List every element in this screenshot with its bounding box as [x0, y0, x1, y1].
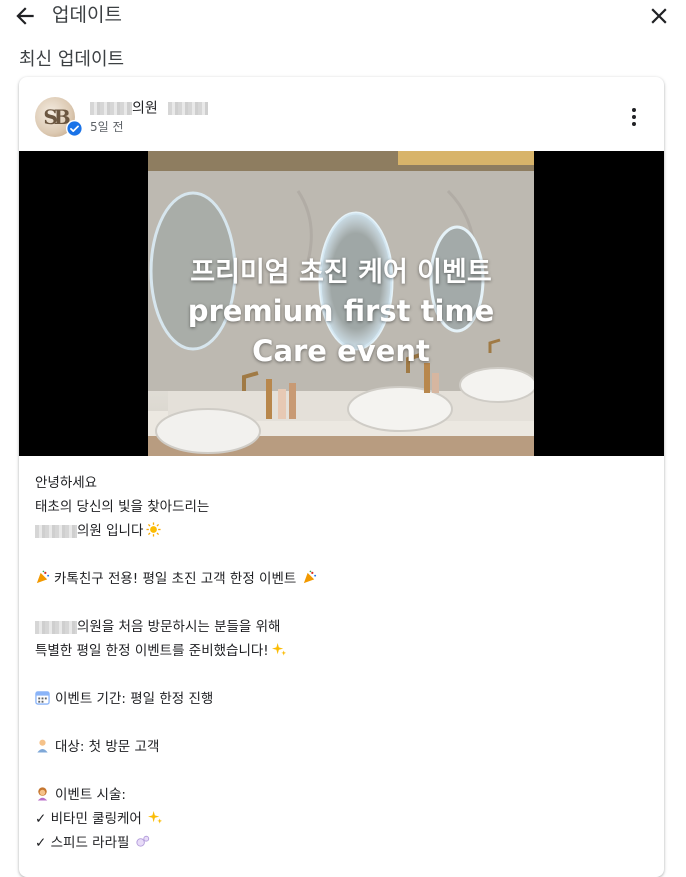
- more-options-button[interactable]: [622, 103, 646, 131]
- image-overlay-line-2: premium first time: [187, 294, 495, 328]
- body-text: ✓ 스피드 라라필: [35, 835, 130, 851]
- body-line: 특별한 평일 한정 이벤트를 준비했습니다!: [35, 639, 645, 663]
- body-text: ✓ 비타민 쿨링케어: [35, 811, 142, 827]
- body-line: 카톡친구 전용! 평일 초진 고객 한정 이벤트: [35, 567, 645, 591]
- woman-icon: [35, 785, 50, 809]
- body-text: 대상: 첫 방문 고객: [55, 739, 160, 755]
- person-icon: [35, 737, 50, 761]
- body-line: 대상: 첫 방문 고객: [35, 735, 645, 759]
- redacted-text: [35, 524, 77, 538]
- body-line: 안녕하세요: [35, 475, 98, 491]
- post-time: 5일 전: [90, 120, 124, 134]
- redacted-text: [90, 102, 132, 115]
- close-button[interactable]: [646, 3, 672, 29]
- party-popper-icon: [35, 569, 50, 593]
- more-vert-icon: [632, 108, 636, 126]
- body-line: 이벤트 기간: 평일 한정 진행: [35, 687, 645, 711]
- section-title: 최신 업데이트: [19, 49, 125, 70]
- image-overlay-line-3: Care event: [252, 334, 430, 368]
- post-photo: 프리미엄 초진 케어 이벤트 premium first time Care e…: [148, 151, 534, 456]
- arrow-back-icon: [16, 7, 34, 25]
- body-text: 특별한 평일 한정 이벤트를 준비했습니다!: [35, 643, 269, 659]
- sun-emoji-icon: [146, 521, 161, 545]
- update-post-card: SB 의원 5일 전 프리미엄 초진 케어 이벤트 premium first …: [19, 77, 664, 877]
- close-icon: [651, 8, 667, 24]
- body-line: 이벤트 시술:: [35, 783, 645, 807]
- body-text: 카톡친구 전용! 평일 초진 고객 한정 이벤트: [54, 571, 297, 587]
- body-text: 이벤트 시술:: [55, 787, 126, 803]
- sparkles-icon: [271, 641, 287, 665]
- post-body: 안녕하세요 태초의 당신의 빛을 찾아드리는 의원 입니다 카톡친구 전용! 평…: [35, 471, 645, 855]
- post-media[interactable]: 프리미엄 초진 케어 이벤트 premium first time Care e…: [19, 151, 664, 456]
- sparkles-icon: [147, 809, 163, 833]
- bubbles-icon: [135, 833, 150, 857]
- body-line: 의원 입니다: [35, 519, 645, 543]
- verified-badge-icon: [66, 120, 83, 137]
- party-popper-icon: [302, 569, 317, 593]
- business-name[interactable]: 의원: [90, 98, 208, 117]
- calendar-icon: [35, 689, 50, 713]
- body-line: 의원을 처음 방문하시는 분들을 위해: [35, 615, 645, 639]
- body-text: 의원을 처음 방문하시는 분들을 위해: [77, 619, 281, 635]
- back-button[interactable]: [12, 3, 40, 29]
- body-line: 태초의 당신의 빛을 찾아드리는: [35, 499, 210, 515]
- page-title: 업데이트: [52, 4, 122, 26]
- body-text: 의원 입니다: [77, 523, 144, 539]
- business-name-suffix: 의원: [132, 100, 158, 117]
- image-overlay-line-1: 프리미엄 초진 케어 이벤트: [190, 257, 492, 288]
- body-text: 이벤트 기간: 평일 한정 진행: [55, 691, 214, 707]
- redacted-text: [35, 620, 77, 634]
- redacted-text: [167, 102, 208, 115]
- body-line: ✓ 스피드 라라필: [35, 831, 645, 855]
- top-bar: 업데이트: [0, 0, 686, 32]
- body-line: ✓ 비타민 쿨링케어: [35, 807, 645, 831]
